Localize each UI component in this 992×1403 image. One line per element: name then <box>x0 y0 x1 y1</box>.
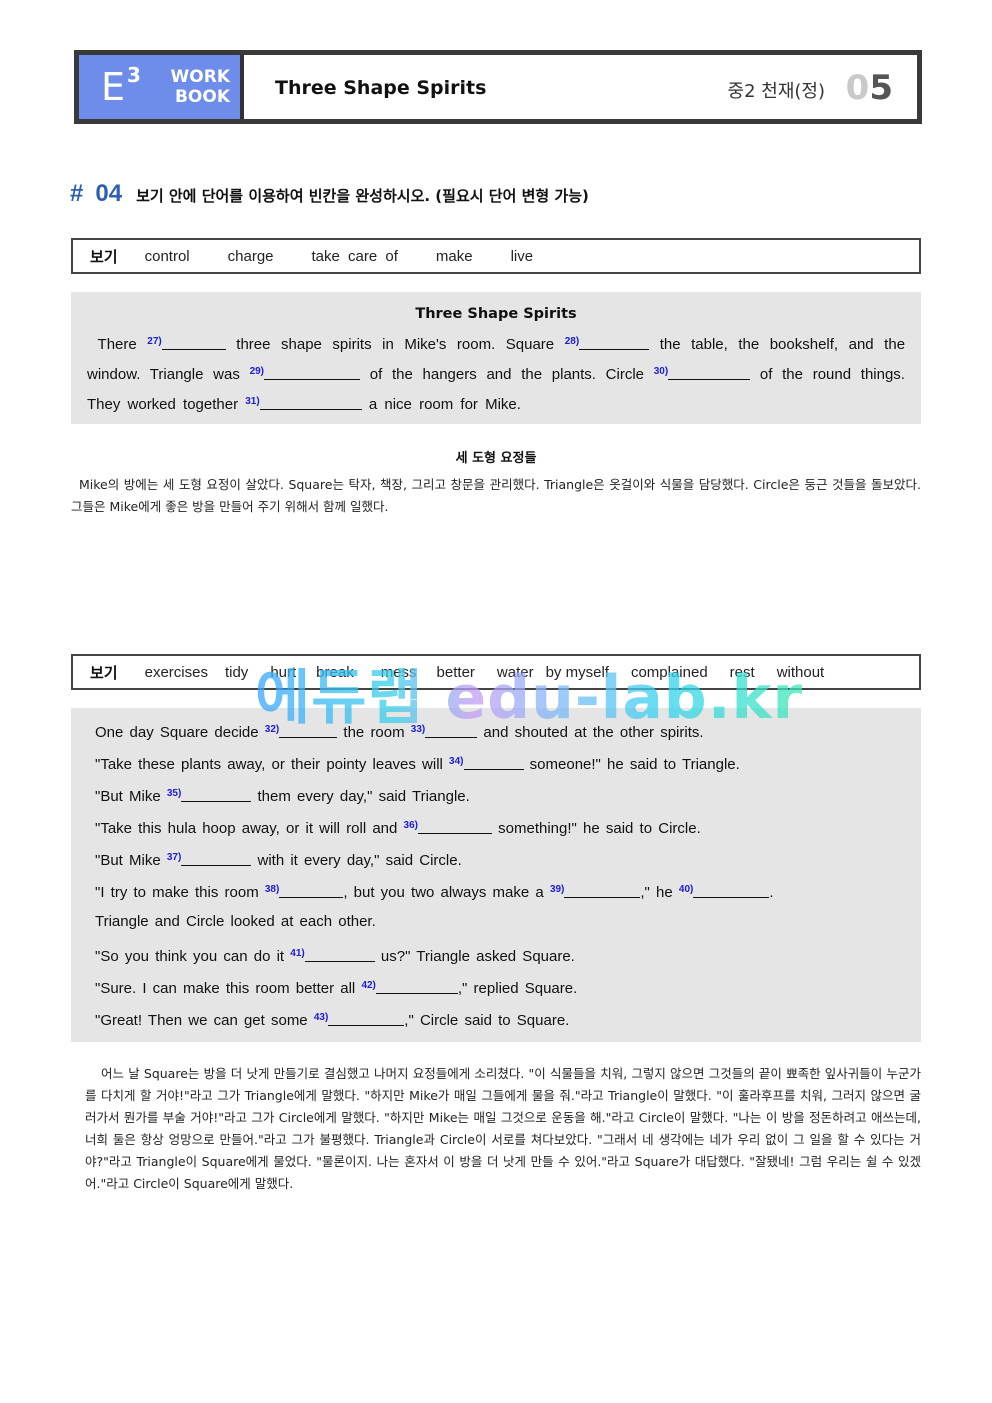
blank-number: 27) <box>147 336 162 347</box>
passage-line: "Great! Then we can get some 43) ," Circl… <box>71 1002 921 1034</box>
text-segment: "Great! Then we can get some <box>95 1012 308 1029</box>
hash-symbol: # <box>70 180 84 207</box>
text-segment: . <box>769 884 774 901</box>
brand-letter: E <box>101 65 126 109</box>
text-segment: us?" Triangle asked Square. <box>380 948 575 965</box>
text-segment: with it every day," said Circle. <box>257 852 462 869</box>
blank-number: 38) <box>264 884 280 895</box>
workbook-brand-logo: E 3 WORK BOOK <box>79 55 244 119</box>
passage-line: Triangle and Circle looked at each other… <box>71 906 921 938</box>
blank-number: 29) <box>249 366 265 377</box>
section-heading: # 04 보기 안에 단어를 이용하여 빈칸을 완성하시오. (필요시 단어 변… <box>70 180 589 208</box>
blank-number: 28) <box>564 336 580 347</box>
text-segment: something!" he said to Circle. <box>498 820 701 837</box>
answer-blank[interactable] <box>564 883 641 898</box>
word-bank-label: 보기 <box>90 663 118 682</box>
word-bank-word: charge <box>227 247 274 265</box>
blank-number: 34) <box>449 756 464 767</box>
watermark-logo: 에듀랩 edu-lab.kr <box>255 663 804 733</box>
answer-blank[interactable] <box>693 883 770 898</box>
text-segment: "Take this hula hoop away, or it will ro… <box>95 820 398 837</box>
blank-number: 40) <box>678 884 694 895</box>
answer-blank[interactable] <box>304 947 375 962</box>
grade-publisher: 중2 천재(정) <box>727 81 825 102</box>
passage-line: "Take this hula hoop away, or it will ro… <box>71 810 921 842</box>
text-segment: three shape spirits in Mike's room. Squa… <box>236 336 555 353</box>
text-segment: There <box>97 336 137 353</box>
answer-blank[interactable] <box>264 365 361 380</box>
text-segment: "I try to make this room <box>95 884 259 901</box>
text-segment: ," Circle said to Square. <box>404 1012 570 1029</box>
translation-text: Mike의 방에는 세 도형 요정이 살았다. Square는 탁자, 책장, … <box>71 477 921 514</box>
text-segment: "Sure. I can make this room better all <box>95 980 356 997</box>
blank-number: 35) <box>166 788 182 799</box>
passage-line: "But Mike 37) with it every day," said C… <box>71 842 921 874</box>
text-segment: "But Mike <box>95 852 161 869</box>
word-bank-word: live <box>510 247 534 265</box>
brand-workbook-label: WORK BOOK <box>171 67 230 107</box>
blank-number: 36) <box>403 820 418 831</box>
answer-blank[interactable] <box>259 395 362 410</box>
word-bank-word: tidy <box>224 663 249 681</box>
answer-blank[interactable] <box>161 335 226 350</box>
blank-number: 37) <box>166 852 182 863</box>
text-segment: a nice room for Mike. <box>368 396 521 413</box>
text-segment: "But Mike <box>95 788 161 805</box>
word-bank-word: control <box>144 247 190 265</box>
brand-line-2: BOOK <box>174 87 230 107</box>
answer-blank[interactable] <box>181 787 252 802</box>
brand-line-1: WORK <box>170 67 230 87</box>
answer-blank[interactable] <box>181 851 252 866</box>
answer-blank[interactable] <box>375 979 458 994</box>
passage-line: "I try to make this room 38) , but you tw… <box>71 874 921 906</box>
text-segment: Triangle and Circle looked at each other… <box>95 913 376 930</box>
passage-line: "But Mike 35) them every day," said Tria… <box>71 778 921 810</box>
unit-number-suffix: 5 <box>869 68 893 108</box>
text-segment: "So you think you can do it <box>95 948 285 965</box>
passage-2: One day Square decide 32) the room 33) a… <box>71 708 921 1042</box>
text-segment: , but you two always make a <box>343 884 544 901</box>
text-segment: One day Square decide <box>95 724 259 741</box>
passage-1: Three Shape Spirits There 27) three shap… <box>71 292 921 424</box>
worksheet-header: E 3 WORK BOOK Three Shape Spirits 중2 천재(… <box>74 50 922 124</box>
answer-blank[interactable] <box>579 335 650 350</box>
text-segment: ," he <box>640 884 673 901</box>
answer-blank[interactable] <box>668 365 751 380</box>
blank-number: 42) <box>361 980 376 991</box>
passage-line: "Take these plants away, or their pointy… <box>71 746 921 778</box>
word-bank-word: exercises <box>144 663 208 681</box>
translation-text: 어느 날 Square는 방을 더 낫게 만들기로 결심했고 나머지 요정들에게… <box>85 1066 921 1191</box>
passage-text: There 27) three shape spirits in Mike's … <box>71 322 921 428</box>
blank-number: 30) <box>653 366 669 377</box>
passage-title: Three Shape Spirits <box>415 306 577 322</box>
lesson-title: Three Shape Spirits <box>275 77 487 99</box>
word-bank-word: take care of <box>311 247 398 265</box>
text-segment: ," replied Square. <box>457 980 578 997</box>
answer-blank[interactable] <box>417 819 492 834</box>
answer-blank[interactable] <box>279 883 344 898</box>
text-segment: someone!" he said to Triangle. <box>529 756 740 773</box>
brand-superscript: 3 <box>127 63 141 87</box>
text-segment: of the hangers and the plants. Circle <box>369 366 645 383</box>
translation-title: 세 도형 요정들 <box>455 451 537 466</box>
word-bank-1: 보기 control charge take care of make live <box>71 238 921 274</box>
unit-number: 05 <box>846 68 893 108</box>
blank-number: 43) <box>313 1012 329 1023</box>
blank-number: 41) <box>290 948 305 959</box>
unit-number-prefix: 0 <box>845 68 870 108</box>
passage-line: "Sure. I can make this room better all 4… <box>71 970 921 1002</box>
blank-number: 31) <box>245 396 260 407</box>
word-bank-label: 보기 <box>90 247 118 266</box>
answer-blank[interactable] <box>463 755 524 770</box>
blank-number: 39) <box>549 884 565 895</box>
passage-line: "So you think you can do it 41) us?" Tri… <box>71 938 921 970</box>
text-segment: them every day," said Triangle. <box>257 788 470 805</box>
text-segment: "Take these plants away, or their pointy… <box>95 756 443 773</box>
answer-blank[interactable] <box>328 1011 405 1026</box>
section-number: 04 <box>95 180 123 207</box>
section-instruction: 보기 안에 단어를 이용하여 빈칸을 완성하시오. (필요시 단어 변형 가능) <box>136 187 589 205</box>
word-bank-word: make <box>435 247 473 265</box>
